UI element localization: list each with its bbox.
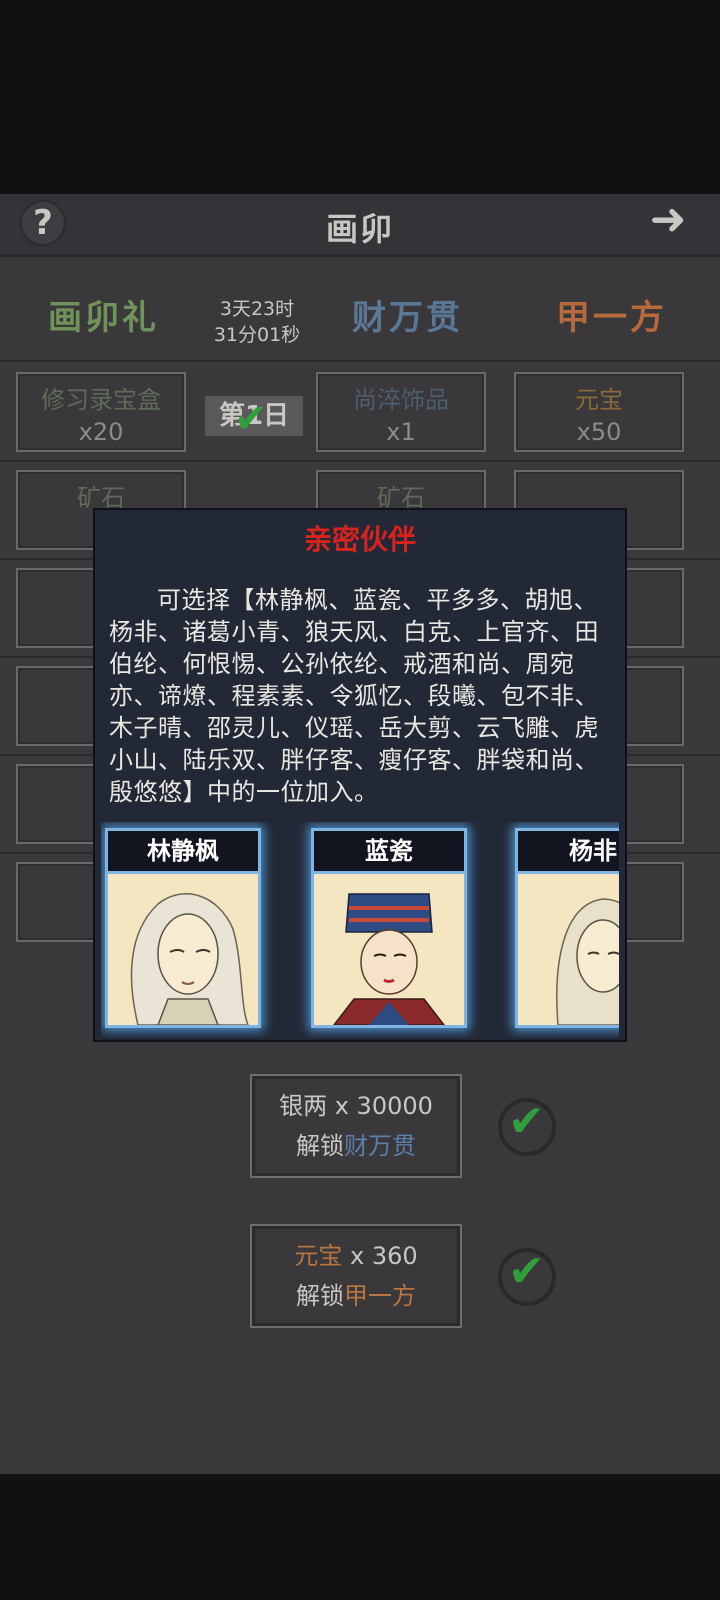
navigation-bar-area	[0, 1474, 720, 1600]
reward-name: 修习录宝盒	[41, 386, 161, 414]
companion-card[interactable]: 蓝瓷	[311, 828, 467, 1028]
companion-portrait	[518, 874, 619, 1025]
cost-value: x 360	[350, 1242, 418, 1270]
check-icon: ✔	[508, 1246, 545, 1297]
companion-name: 杨非	[518, 831, 619, 874]
modal-description-text: 可选择【林静枫、蓝瓷、平多多、胡旭、杨非、诸葛小青、狼天风、白克、上官齐、田伯纶…	[109, 586, 599, 806]
check-icon: ✔	[508, 1096, 545, 1147]
companion-card[interactable]: 林静枫	[105, 828, 261, 1028]
companion-modal: 亲密伙伴 可选择【林静枫、蓝瓷、平多多、胡旭、杨非、诸葛小青、狼天风、白克、上官…	[93, 508, 627, 1042]
reward-silver-day1[interactable]: 尚淬饰品 x1	[316, 372, 486, 452]
tier-silver-label: 财万贯	[352, 298, 463, 338]
unlock-label: 解锁财万贯	[252, 1126, 460, 1166]
reward-gold-day1[interactable]: 元宝 x50	[514, 372, 684, 452]
companion-name: 林静枫	[108, 831, 258, 874]
cost-label: 元宝	[294, 1242, 343, 1270]
unlock-silver-button[interactable]: 银两 x 30000 解锁财万贯	[250, 1074, 462, 1178]
unlock-tier-name: 财万贯	[344, 1132, 416, 1160]
unlock-tier-name: 甲一方	[344, 1282, 416, 1310]
companion-portrait	[108, 874, 258, 1025]
reward-name: 尚淬饰品	[353, 386, 449, 414]
unlock-prefix: 解锁	[296, 1282, 344, 1310]
timer-line1: 3天23时	[219, 298, 295, 320]
timer-line2: 31分01秒	[213, 324, 301, 346]
unlock-label: 解锁甲一方	[252, 1276, 460, 1316]
game-screen: ? 画卯 ➜ 画卯礼 3天23时 31分01秒 财万贯 甲一方 修习录宝盒 x2…	[0, 194, 720, 1474]
gold-unlocked-check: ✔	[498, 1246, 556, 1306]
reward-free-day1[interactable]: 修习录宝盒 x20	[16, 372, 186, 452]
status-bar-area	[0, 0, 720, 194]
tier-gold-label: 甲一方	[556, 298, 667, 338]
reward-qty: x50	[576, 418, 622, 446]
arrow-right-icon: ➜	[649, 194, 687, 245]
cost-value: x 30000	[334, 1092, 433, 1120]
companion-card[interactable]: 杨非	[515, 828, 619, 1028]
unlock-gold-button[interactable]: 元宝 x 360 解锁甲一方	[250, 1224, 462, 1328]
tier-header-row: 画卯礼 3天23时 31分01秒 财万贯 甲一方	[0, 290, 720, 370]
next-arrow-button[interactable]: ➜	[638, 198, 698, 244]
companion-portrait	[314, 874, 464, 1025]
silver-unlocked-check: ✔	[498, 1096, 556, 1156]
reward-qty: x20	[78, 418, 124, 446]
reward-qty: x1	[386, 418, 416, 446]
row-divider	[0, 460, 720, 462]
countdown-timer: 3天23时 31分01秒	[210, 296, 304, 348]
unlock-cost: 银两 x 30000	[252, 1086, 460, 1126]
page-title: 画卯	[325, 210, 394, 248]
row-divider	[0, 360, 720, 362]
cost-label: 银两	[279, 1092, 328, 1120]
unlock-cost: 元宝 x 360	[252, 1236, 460, 1276]
unlock-prefix: 解锁	[296, 1132, 344, 1160]
companion-card-list[interactable]: 林静枫 蓝瓷 杨非	[101, 822, 619, 1038]
modal-description: 可选择【林静枫、蓝瓷、平多多、胡旭、杨非、诸葛小青、狼天风、白克、上官齐、田伯纶…	[109, 584, 615, 808]
reward-name: 元宝	[575, 386, 623, 414]
companion-name: 蓝瓷	[314, 831, 464, 874]
header-bar: ? 画卯 ➜	[0, 194, 720, 257]
claimed-check-icon: ✔	[234, 396, 268, 442]
tier-free-label: 画卯礼	[48, 298, 159, 338]
modal-title: 亲密伙伴	[303, 523, 416, 556]
